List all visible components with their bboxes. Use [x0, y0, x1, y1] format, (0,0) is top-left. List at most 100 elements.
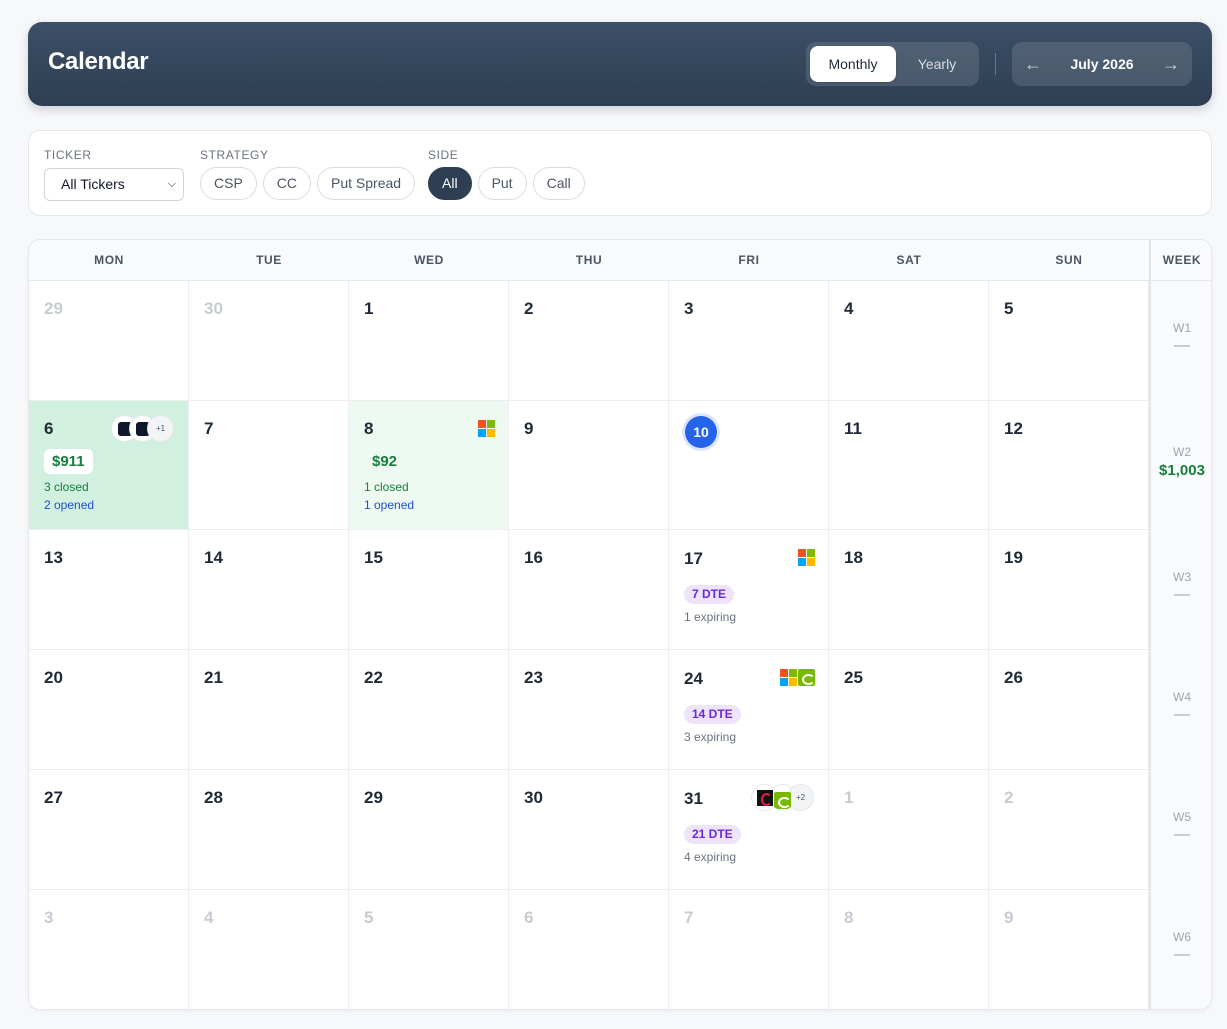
- day-number: 11: [844, 419, 862, 438]
- yearly-view-button[interactable]: Yearly: [898, 46, 976, 82]
- day-cell[interactable]: 13: [29, 530, 189, 650]
- day-cell[interactable]: 14: [189, 530, 349, 650]
- day-cell[interactable]: 27: [29, 770, 189, 890]
- day-cell[interactable]: 4: [829, 281, 989, 401]
- day-number: 12: [1004, 419, 1023, 438]
- day-number: 25: [844, 668, 863, 687]
- day-cell[interactable]: 1: [349, 281, 509, 401]
- day-cell[interactable]: 22: [349, 650, 509, 770]
- day-cell[interactable]: 26: [989, 650, 1149, 770]
- side-pill-put[interactable]: Put: [477, 167, 527, 200]
- page-title: Calendar: [48, 48, 149, 75]
- ticker-select[interactable]: All Tickers ⌵: [44, 168, 184, 201]
- day-number: 1: [844, 788, 854, 807]
- daily-pnl: $911: [44, 449, 93, 474]
- opened-count: 1 opened: [364, 498, 415, 512]
- strategy-pill-cc[interactable]: CC: [262, 167, 312, 200]
- day-cell[interactable]: 1: [829, 770, 989, 890]
- ticker-icon-stack: [780, 664, 815, 691]
- day-cell[interactable]: 28: [189, 770, 349, 890]
- day-number: 14: [204, 548, 223, 567]
- day-cell[interactable]: 8: [829, 890, 989, 1009]
- week-label: W3: [1173, 570, 1191, 584]
- day-cell[interactable]: 17 7 DTE 1 expiring: [669, 530, 829, 650]
- day-cell[interactable]: 20: [29, 650, 189, 770]
- day-cell[interactable]: 9: [509, 401, 669, 530]
- day-cell[interactable]: 19: [989, 530, 1149, 650]
- day-cell[interactable]: 29: [29, 281, 189, 401]
- day-number: 13: [44, 548, 63, 567]
- side-pill-call[interactable]: Call: [532, 167, 585, 200]
- ticker-select-value: All Tickers: [61, 176, 125, 192]
- ticker-filter-label: TICKER: [44, 148, 92, 162]
- day-cell[interactable]: 16: [509, 530, 669, 650]
- amd-icon: [756, 789, 773, 806]
- day-number: 5: [1004, 299, 1014, 318]
- day-number: 4: [204, 908, 214, 927]
- filter-bar: TICKER All Tickers ⌵ STRATEGY CSP CC Put…: [28, 130, 1212, 216]
- side-filter: SIDE All Put Call: [428, 148, 585, 200]
- expiring-count: 1 expiring: [684, 610, 737, 624]
- day-number: 8: [364, 419, 374, 438]
- day-number: 3: [684, 299, 694, 318]
- strategy-filter: STRATEGY CSP CC Put Spread: [200, 148, 416, 200]
- day-number: 15: [364, 548, 383, 567]
- day-number: 6: [524, 908, 534, 927]
- view-toggle: Monthly Yearly: [806, 42, 979, 86]
- day-number: 5: [364, 908, 374, 927]
- daily-pnl: $92: [372, 453, 398, 470]
- day-cell[interactable]: 30: [509, 770, 669, 890]
- side-pill-all[interactable]: All: [428, 167, 472, 200]
- day-cell[interactable]: 24 14 DTE 3 expiring: [669, 650, 829, 770]
- weekday-header-thu: THU: [575, 253, 603, 267]
- microsoft-icon: [798, 549, 815, 566]
- day-cell[interactable]: 5: [989, 281, 1149, 401]
- day-cell[interactable]: 25: [829, 650, 989, 770]
- day-cell[interactable]: 21: [189, 650, 349, 770]
- day-cell[interactable]: 29: [349, 770, 509, 890]
- day-cell[interactable]: 18: [829, 530, 989, 650]
- day-number: 20: [44, 668, 63, 687]
- day-cell[interactable]: 8 $92 1 closed 1 opened: [349, 401, 509, 530]
- day-cell[interactable]: 31 +2 21 DTE 4 expiring: [669, 770, 829, 890]
- day-number: 29: [364, 788, 383, 807]
- day-cell[interactable]: 7: [669, 890, 829, 1009]
- nvidia-icon: [774, 791, 791, 809]
- day-cell[interactable]: 30: [189, 281, 349, 401]
- month-navigator: ← July 2026 →: [1012, 42, 1192, 86]
- strategy-pill-csp[interactable]: CSP: [200, 167, 257, 200]
- strategy-pill-put-spread[interactable]: Put Spread: [317, 167, 416, 200]
- next-month-arrow-icon[interactable]: →: [1156, 42, 1186, 86]
- day-number: 30: [524, 788, 543, 807]
- day-cell[interactable]: 5: [349, 890, 509, 1009]
- day-cell[interactable]: 3: [29, 890, 189, 1009]
- day-cell[interactable]: 10: [669, 401, 829, 530]
- week-summary: W1 —: [1151, 321, 1211, 355]
- day-cell[interactable]: 3: [669, 281, 829, 401]
- day-number: 1: [364, 299, 374, 318]
- week-total: —: [1174, 337, 1190, 354]
- day-cell[interactable]: 11: [829, 401, 989, 530]
- expiring-count: 4 expiring: [684, 850, 737, 864]
- more-tickers-badge: +1: [147, 415, 174, 442]
- day-cell[interactable]: 4: [189, 890, 349, 1009]
- week-label: W2: [1173, 445, 1191, 459]
- chevron-down-icon: ⌵: [167, 178, 176, 190]
- day-cell[interactable]: 6 +1 $911 3 closed 2 opened: [29, 401, 189, 530]
- day-number: 18: [844, 548, 863, 567]
- day-number: 29: [44, 299, 63, 318]
- day-cell[interactable]: 15: [349, 530, 509, 650]
- day-cell[interactable]: 7: [189, 401, 349, 530]
- day-cell[interactable]: 12: [989, 401, 1149, 530]
- day-number: 23: [524, 668, 543, 687]
- monthly-view-button[interactable]: Monthly: [810, 46, 896, 82]
- day-cell[interactable]: 6: [509, 890, 669, 1009]
- day-cell[interactable]: 23: [509, 650, 669, 770]
- day-cell[interactable]: 9: [989, 890, 1149, 1009]
- day-number: 16: [524, 548, 543, 567]
- page-header: Calendar Monthly Yearly ← July 2026 →: [28, 22, 1212, 106]
- microsoft-icon: [780, 669, 797, 686]
- day-cell[interactable]: 2: [509, 281, 669, 401]
- day-cell[interactable]: 2: [989, 770, 1149, 890]
- day-number: 7: [684, 908, 694, 927]
